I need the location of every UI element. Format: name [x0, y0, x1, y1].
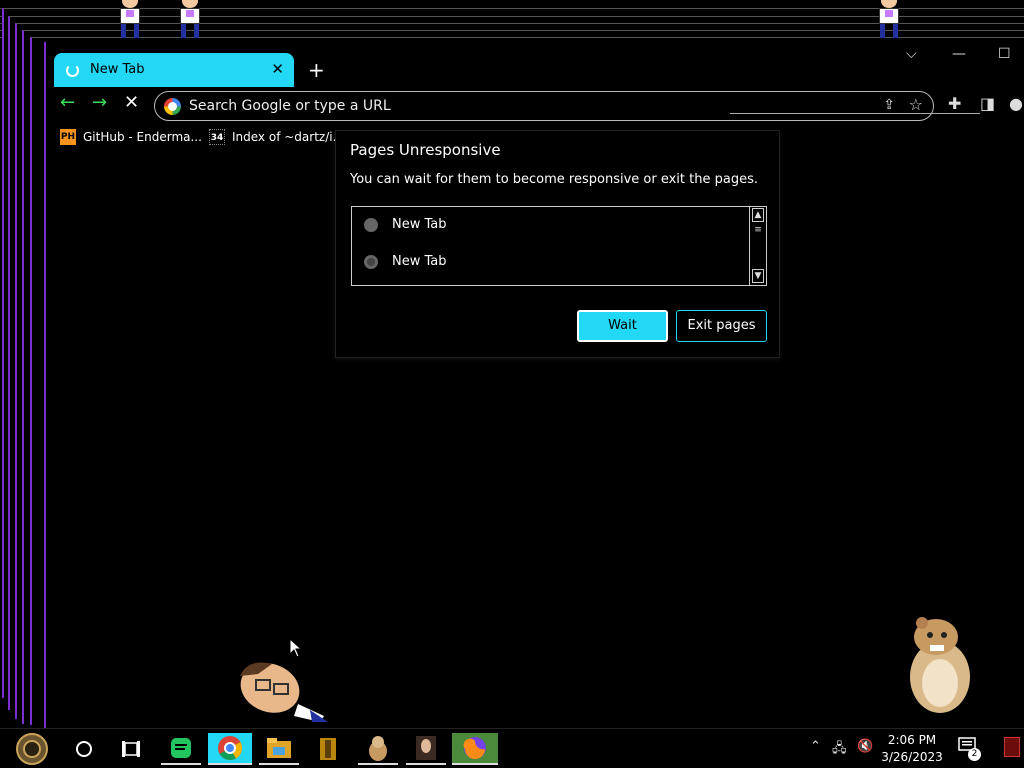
- bookmark-label: GitHub - Enderma...: [83, 130, 202, 144]
- extensions-puzzle-icon[interactable]: ✚: [948, 94, 961, 113]
- chrome-icon: [218, 736, 243, 761]
- clock-date: 3/26/2023: [881, 750, 943, 764]
- omnibox-placeholder: Search Google or type a URL: [189, 98, 391, 114]
- taskbar-app-hamster[interactable]: [358, 733, 398, 765]
- maximize-button[interactable]: ☐: [998, 46, 1011, 62]
- new-tab-button[interactable]: +: [308, 58, 325, 82]
- network-icon[interactable]: 🖧: [832, 739, 847, 761]
- tab-search-dropdown-icon[interactable]: ⌵: [906, 46, 917, 62]
- taskbar-app-notes[interactable]: [161, 733, 201, 765]
- stop-loading-icon[interactable]: ✕: [124, 92, 139, 113]
- taskbar: ⌃ 🖧 🔇 2:06 PM 3/26/2023 2: [0, 728, 1024, 768]
- taskbar-app-firefox[interactable]: [452, 733, 498, 765]
- file-explorer-icon: [267, 738, 291, 758]
- scroll-thumb[interactable]: ≡: [752, 224, 764, 238]
- chrome-icon: [364, 254, 378, 269]
- start-button[interactable]: [12, 733, 52, 765]
- taskbar-app-archive[interactable]: [308, 733, 348, 765]
- show-desktop-button[interactable]: [1004, 737, 1020, 757]
- page-label: New Tab: [392, 254, 447, 269]
- google-icon: [164, 98, 181, 115]
- clock-time: 2:06 PM: [887, 733, 937, 747]
- tray-overflow-chevron-icon[interactable]: ⌃: [810, 739, 821, 754]
- wait-button[interactable]: Wait: [577, 310, 668, 342]
- browser-toolbar: ← → ✕ Search Google or type a URL ⇪ ☆ ✚ …: [54, 90, 1024, 122]
- back-arrow-icon[interactable]: ←: [60, 92, 75, 113]
- tab-close-icon[interactable]: ✕: [271, 60, 284, 78]
- hamster-app-icon: [369, 736, 387, 761]
- sprite-character: [115, 0, 145, 40]
- list-scrollbar[interactable]: ▲ ≡ ▼: [749, 207, 766, 285]
- taskbar-app-chrome[interactable]: [208, 733, 252, 765]
- forward-arrow-icon[interactable]: →: [92, 92, 107, 113]
- cortana-circle-icon: [76, 741, 92, 757]
- bookmark-github[interactable]: PH GitHub - Enderma...: [60, 129, 202, 145]
- list-item[interactable]: New Tab: [364, 254, 447, 269]
- exit-pages-button[interactable]: Exit pages: [676, 310, 767, 342]
- start-gear-icon: [16, 733, 48, 765]
- notification-count-badge: 2: [968, 748, 981, 761]
- tab-title: New Tab: [90, 62, 145, 77]
- firefox-icon: [463, 737, 486, 759]
- action-center-button[interactable]: 2: [958, 737, 982, 761]
- bookmark-star-icon[interactable]: ☆: [909, 95, 923, 114]
- side-panel-icon[interactable]: ◨: [980, 94, 995, 113]
- divider: [730, 113, 980, 114]
- task-view-button[interactable]: [111, 733, 151, 765]
- taskbar-app-explorer[interactable]: [259, 733, 299, 765]
- ph-favicon-icon: PH: [60, 129, 76, 145]
- bookmark-label: Index of ~dartz/i...: [232, 130, 345, 144]
- mouse-cursor-icon: [289, 638, 303, 658]
- globe-icon: [364, 217, 378, 232]
- desktop: New Tab ✕ + ⌵ — ☐ ← → ✕ Search Google or…: [0, 0, 1024, 728]
- volume-muted-icon[interactable]: 🔇: [857, 739, 873, 754]
- browser-tab[interactable]: New Tab ✕: [54, 53, 294, 87]
- page-label: New Tab: [392, 217, 447, 232]
- cartoon-man-sprite: [240, 662, 328, 722]
- hamster-sprite: [910, 617, 970, 713]
- green-notes-icon: [171, 738, 191, 758]
- list-item[interactable]: New Tab: [364, 217, 447, 232]
- dialog-title: Pages Unresponsive: [350, 141, 501, 159]
- system-clock[interactable]: 2:06 PM 3/26/2023: [878, 732, 946, 766]
- sprite-character: [175, 0, 205, 40]
- unresponsive-pages-list: New Tab New Tab ▲ ≡ ▼: [351, 206, 767, 286]
- sprite-character: [874, 0, 904, 40]
- task-view-icon: [122, 741, 140, 757]
- scroll-up-icon[interactable]: ▲: [752, 208, 764, 222]
- scroll-down-icon[interactable]: ▼: [752, 269, 764, 283]
- cortana-button[interactable]: [64, 733, 104, 765]
- taskbar-app-portrait[interactable]: [406, 733, 446, 765]
- loading-spinner-icon: [66, 64, 79, 77]
- minimize-button[interactable]: —: [952, 46, 966, 62]
- share-icon[interactable]: ⇪: [883, 97, 895, 113]
- omnibox[interactable]: Search Google or type a URL ⇪ ☆: [154, 91, 934, 121]
- profile-avatar-icon[interactable]: ●: [1009, 94, 1023, 113]
- bookmark-index[interactable]: 34 Index of ~dartz/i...: [209, 129, 344, 145]
- archive-icon: [320, 738, 336, 760]
- portrait-app-icon: [416, 736, 436, 760]
- grid-favicon-icon: 34: [209, 129, 225, 145]
- dialog-message: You can wait for them to become responsi…: [350, 172, 758, 187]
- pages-unresponsive-dialog: Pages Unresponsive You can wait for them…: [335, 130, 780, 358]
